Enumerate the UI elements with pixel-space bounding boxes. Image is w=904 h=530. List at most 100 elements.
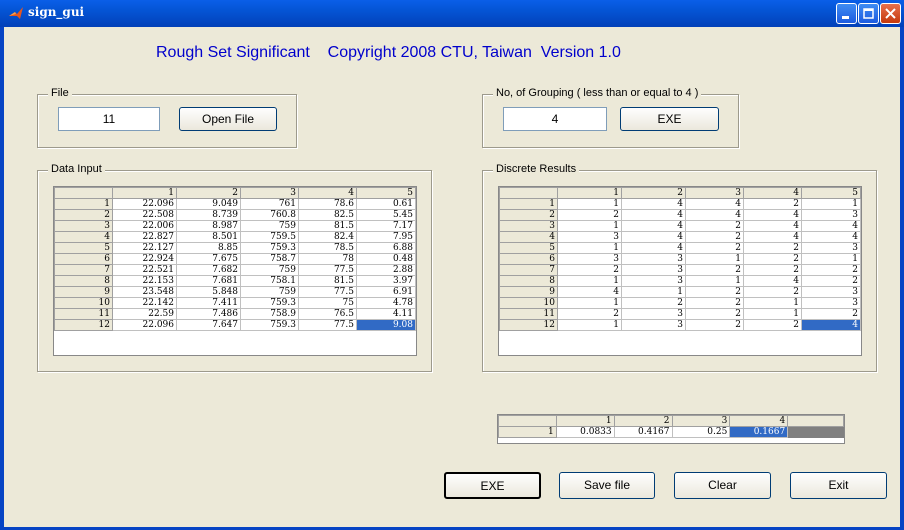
table-row[interactable]: 10 22.142 7.411 759.3 75 4.78 xyxy=(54,297,416,309)
table-row[interactable]: 4 22.827 8.501 759.5 82.4 7.95 xyxy=(54,231,416,243)
table-cell[interactable]: 77.5 xyxy=(298,319,357,331)
column-header[interactable]: 4 xyxy=(743,187,802,199)
table-cell[interactable]: 4 xyxy=(743,209,802,221)
table-cell[interactable]: 78 xyxy=(298,253,357,265)
row-header[interactable]: 1 xyxy=(498,426,557,438)
table-row[interactable]: 514223 xyxy=(499,242,861,254)
table-cell[interactable]: 4 xyxy=(621,220,686,232)
table-cell[interactable]: 4 xyxy=(621,242,686,254)
row-header[interactable]: 5 xyxy=(54,242,113,254)
table-cell[interactable]: 0.61 xyxy=(356,198,416,210)
table-cell[interactable]: 82.5 xyxy=(298,209,357,221)
column-header[interactable]: 2 xyxy=(176,187,241,199)
table-cell[interactable]: 22.006 xyxy=(112,220,177,232)
table-cell[interactable]: 3 xyxy=(621,319,686,331)
table-cell[interactable]: 4 xyxy=(801,319,861,331)
table-row[interactable]: 3 22.006 8.987 759 81.5 7.17 xyxy=(54,220,416,232)
table-cell[interactable]: 9.08 xyxy=(356,319,416,331)
grouping-exe-button[interactable]: EXE xyxy=(620,107,719,131)
table-cell[interactable]: 2 xyxy=(685,319,744,331)
table-row[interactable]: 224443 xyxy=(499,209,861,221)
table-cell[interactable]: 2 xyxy=(801,264,861,276)
column-header[interactable]: 4 xyxy=(298,187,357,199)
table-cell[interactable]: 3 xyxy=(801,242,861,254)
table-cell[interactable]: 2 xyxy=(743,264,802,276)
table-cell[interactable]: 3.97 xyxy=(356,275,416,287)
table-row[interactable]: 941223 xyxy=(499,286,861,298)
table-cell[interactable]: 22.127 xyxy=(112,242,177,254)
table-cell[interactable]: 758.9 xyxy=(240,308,299,320)
table-cell[interactable]: 77.5 xyxy=(298,286,357,298)
table-cell[interactable]: 4 xyxy=(621,198,686,210)
row-header[interactable]: 6 xyxy=(499,253,558,265)
table-cell[interactable]: 759.3 xyxy=(240,297,299,309)
table-cell[interactable]: 82.4 xyxy=(298,231,357,243)
table-cell[interactable]: 4 xyxy=(743,220,802,232)
table-row[interactable]: 11 22.59 7.486 758.9 76.5 4.11 xyxy=(54,308,416,320)
table-cell[interactable]: 2 xyxy=(801,275,861,287)
row-header[interactable]: 2 xyxy=(54,209,113,221)
table-cell[interactable]: 2 xyxy=(743,286,802,298)
table-cell[interactable]: 759.5 xyxy=(240,231,299,243)
table-cell[interactable]: 4.11 xyxy=(356,308,416,320)
table-cell[interactable]: 2 xyxy=(801,308,861,320)
table-cell[interactable]: 4 xyxy=(621,231,686,243)
table-cell[interactable]: 7.647 xyxy=(176,319,241,331)
table-cell[interactable]: 1 xyxy=(801,253,861,265)
open-file-button[interactable]: Open File xyxy=(179,107,277,131)
table-cell[interactable]: 759 xyxy=(240,220,299,232)
table-cell[interactable]: 2 xyxy=(685,264,744,276)
table-cell[interactable]: 761 xyxy=(240,198,299,210)
column-header[interactable]: 3 xyxy=(671,415,731,427)
exit-button[interactable]: Exit xyxy=(790,472,887,499)
table-cell[interactable]: 22.59 xyxy=(112,308,177,320)
table-cell[interactable]: 0.48 xyxy=(356,253,416,265)
table-cell[interactable]: 8.987 xyxy=(176,220,241,232)
table-cell[interactable]: 2 xyxy=(743,242,802,254)
table-row[interactable]: 6 22.924 7.675 758.7 78 0.48 xyxy=(54,253,416,265)
table-row[interactable]: 11 2 3 2 1 2 xyxy=(499,308,861,320)
table-cell[interactable]: 4 xyxy=(743,275,802,287)
table-cell[interactable]: 22.096 xyxy=(112,198,177,210)
minimize-button[interactable] xyxy=(836,3,857,24)
grouping-input[interactable]: 4 xyxy=(503,107,607,131)
row-header[interactable]: 9 xyxy=(54,286,113,298)
row-header[interactable]: 10 xyxy=(499,297,558,309)
column-header[interactable]: 2 xyxy=(613,415,673,427)
table-cell[interactable]: 1 xyxy=(557,297,622,309)
table-cell[interactable]: 1 xyxy=(557,242,622,254)
significance-table[interactable]: 1 2 3 4 1 0.0833 0.4167 0.25 0.1667 xyxy=(497,414,845,444)
table-cell[interactable]: 8.85 xyxy=(176,242,241,254)
table-cell[interactable]: 22.142 xyxy=(112,297,177,309)
table-cell[interactable]: 23.548 xyxy=(112,286,177,298)
table-cell[interactable]: 1 xyxy=(557,220,622,232)
table-cell[interactable]: 7.411 xyxy=(176,297,241,309)
column-header[interactable]: 3 xyxy=(240,187,299,199)
column-header[interactable]: 4 xyxy=(729,415,789,427)
table-cell[interactable]: 760.8 xyxy=(240,209,299,221)
row-header[interactable]: 8 xyxy=(54,275,113,287)
table-cell[interactable]: 3 xyxy=(557,253,622,265)
table-cell[interactable]: 4 xyxy=(557,286,622,298)
table-row[interactable]: 1 22.096 9.049 761 78.6 0.61 xyxy=(54,198,416,210)
close-button[interactable] xyxy=(880,3,901,24)
table-cell[interactable]: 4 xyxy=(801,231,861,243)
row-header[interactable]: 9 xyxy=(499,286,558,298)
table-row[interactable]: 723222 xyxy=(499,264,861,276)
table-cell[interactable]: 2 xyxy=(743,198,802,210)
table-cell[interactable]: 78.6 xyxy=(298,198,357,210)
table-cell[interactable]: 2 xyxy=(685,242,744,254)
data-input-table[interactable]: 1 2 3 4 5 1 22.096 9.049 761 78.6 0.61 2 22.508 8.739… xyxy=(53,186,417,356)
column-header[interactable]: 3 xyxy=(685,187,744,199)
table-cell[interactable]: 5.45 xyxy=(356,209,416,221)
table-cell[interactable]: 2 xyxy=(685,297,744,309)
table-cell[interactable]: 4 xyxy=(621,209,686,221)
row-header[interactable]: 1 xyxy=(54,198,113,210)
column-header[interactable]: 1 xyxy=(112,187,177,199)
row-header[interactable]: 3 xyxy=(499,220,558,232)
table-cell[interactable]: 1 xyxy=(801,198,861,210)
column-header[interactable]: 5 xyxy=(801,187,861,199)
table-cell[interactable]: 75 xyxy=(298,297,357,309)
table-row[interactable]: 12 22.096 7.647 759.3 77.5 9.08 xyxy=(54,319,416,331)
table-cell[interactable]: 7.17 xyxy=(356,220,416,232)
